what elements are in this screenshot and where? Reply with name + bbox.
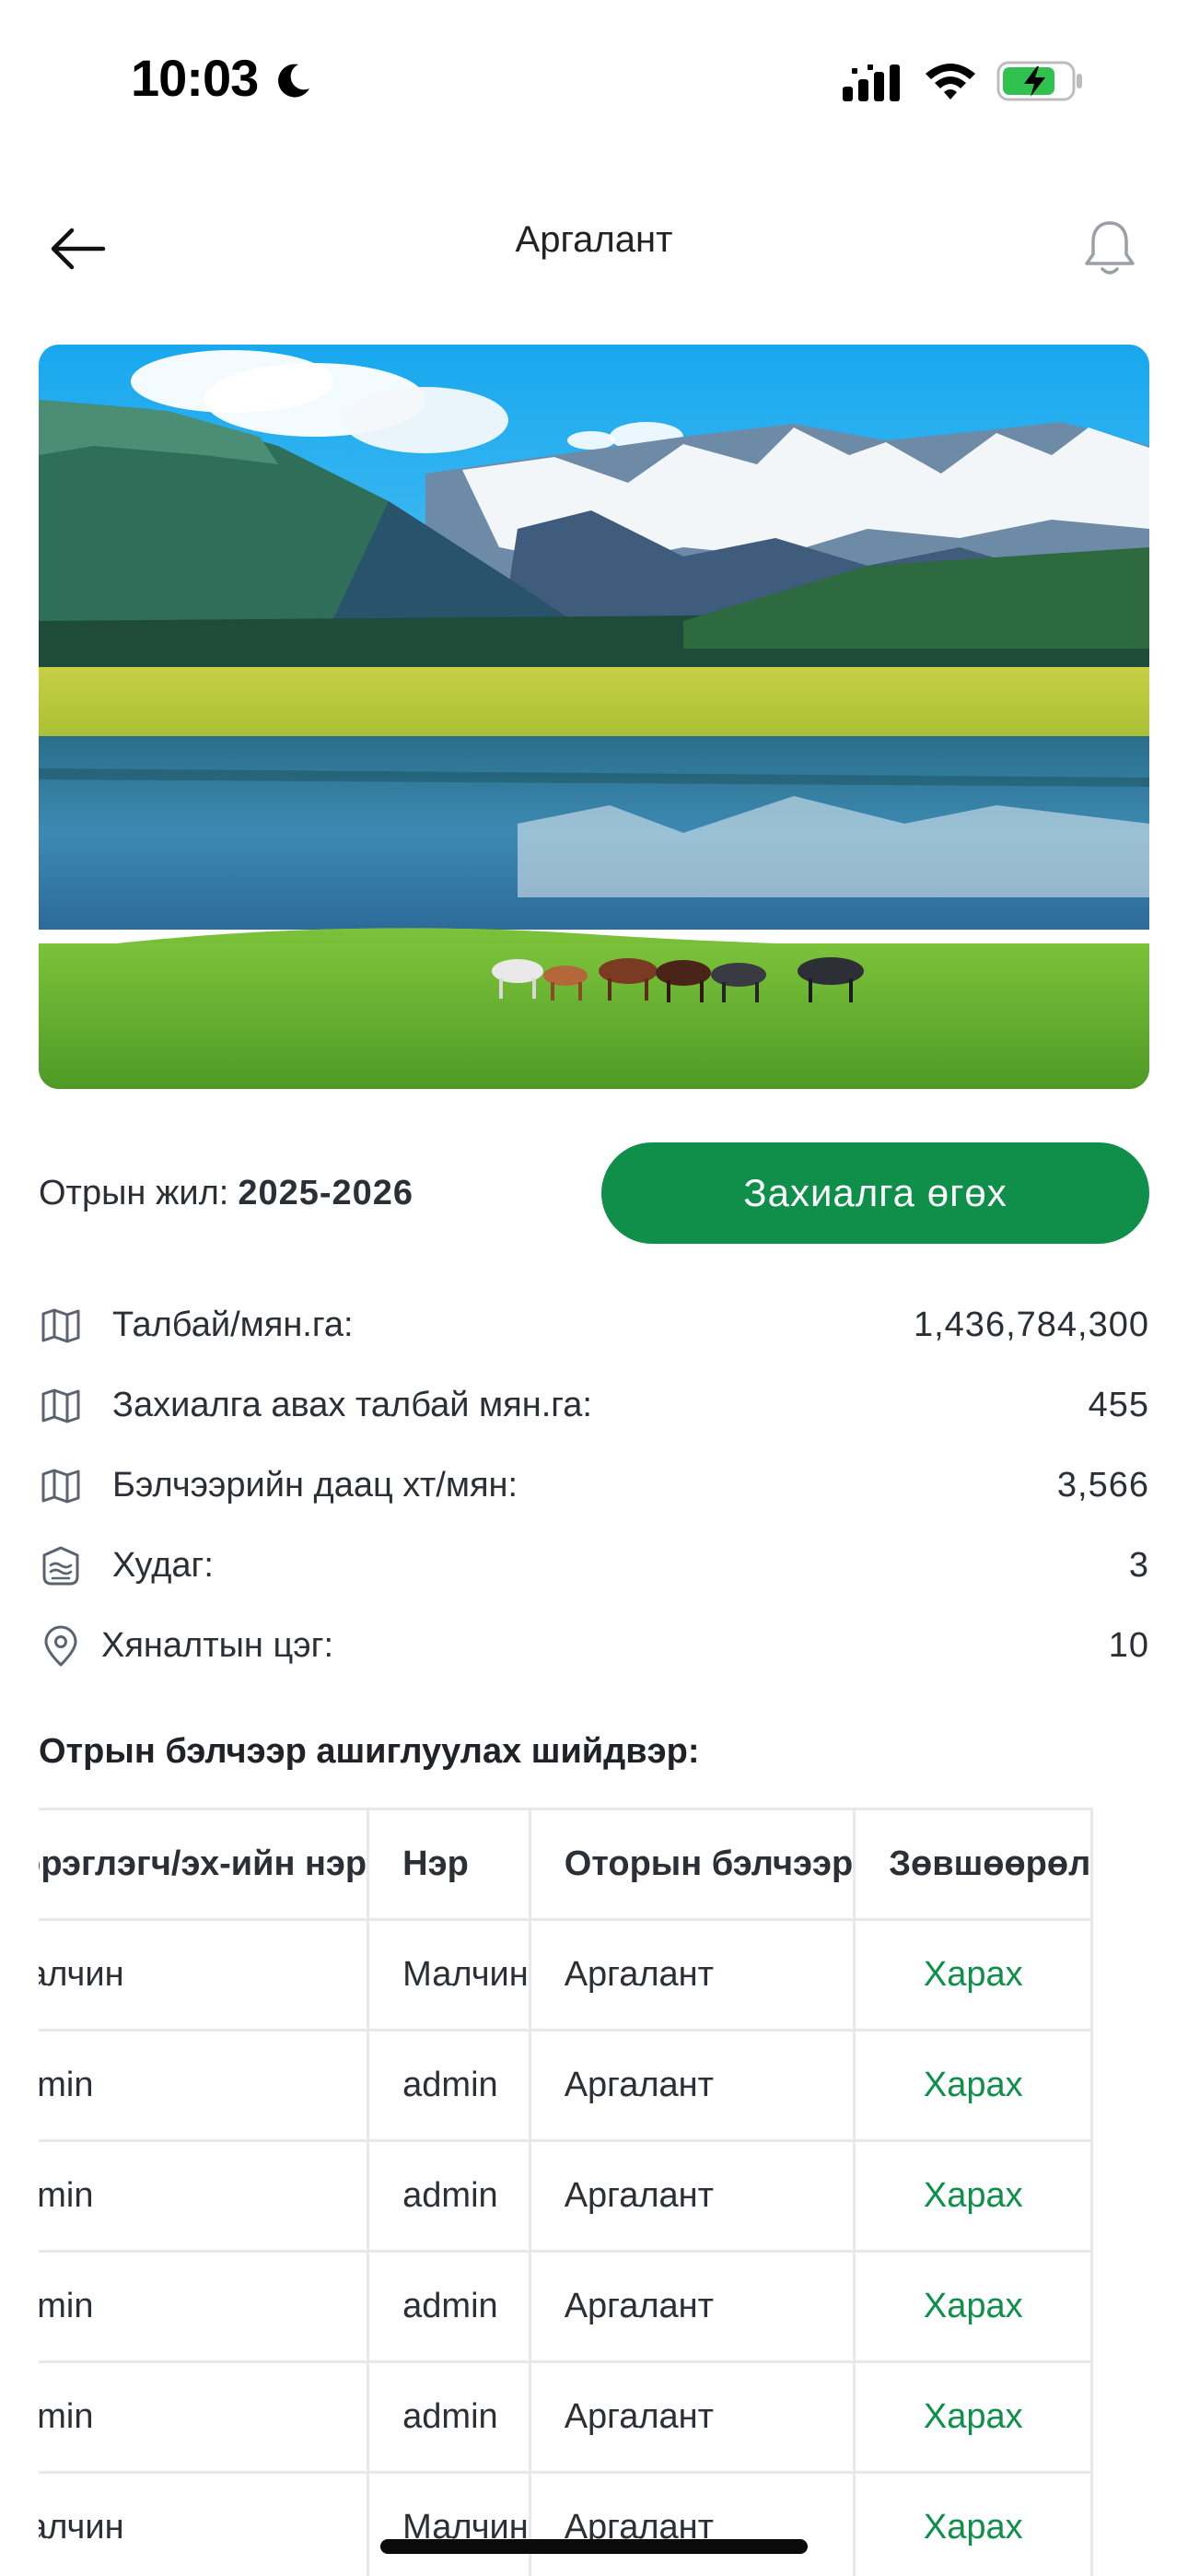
mountain-lake-horses-photo	[39, 345, 1149, 1089]
place-order-button[interactable]: Захиалга өгөх	[601, 1142, 1149, 1244]
info-label: Хяналтын цэг:	[101, 1626, 334, 1665]
map-icon	[39, 1304, 83, 1348]
cell-name: admin	[367, 2030, 531, 2142]
info-value: 1,436,784,300	[913, 1306, 1149, 1344]
info-label: Худаг:	[112, 1546, 214, 1585]
cellular-signal-icon	[843, 64, 900, 101]
view-permit-link[interactable]: Харах	[854, 2140, 1094, 2253]
cell-name: admin	[367, 2361, 531, 2474]
view-permit-link[interactable]: Харах	[854, 2251, 1094, 2363]
cell-pasture: Аргалант	[530, 2361, 856, 2474]
season-label-text: Отрын жил:	[39, 1174, 229, 1212]
cell-user: Малчин	[39, 1919, 370, 2032]
table-row: Малчин Малчин Аргалант Харах	[39, 1919, 1094, 2032]
info-label: Захиалга авах талбай мян.га:	[112, 1386, 592, 1424]
table-row: Малчин Малчин Аргалант Харах	[39, 2472, 1094, 2576]
season-row: Отрын жил: 2025-2026 Захиалга өгөх	[39, 1142, 1149, 1244]
bell-icon	[1085, 221, 1135, 275]
moon-icon	[278, 64, 309, 98]
view-permit-link[interactable]: Харах	[854, 1919, 1094, 2032]
cell-user: admin	[39, 2030, 370, 2142]
info-value: 3	[1128, 1546, 1149, 1585]
cell-name: Малчин	[367, 2472, 531, 2576]
decision-table-scroll[interactable]: Хэрэглэгч/эх-ийн нэр Нэр Оторын бэлчээр …	[39, 1808, 1149, 2576]
view-permit-link[interactable]: Харах	[854, 2472, 1094, 2576]
season-value: 2025-2026	[238, 1174, 414, 1212]
table-row: admin admin Аргалант Харах	[39, 2030, 1094, 2142]
column-header: Зөвшөөрөл	[854, 1808, 1094, 1921]
info-label: Талбай/мян.га:	[112, 1306, 354, 1344]
view-permit-link[interactable]: Харах	[854, 2030, 1094, 2142]
cell-pasture: Аргалант	[530, 2472, 856, 2576]
map-icon	[39, 1384, 83, 1428]
pasture-detail-screen: 10:03 Аргалант Отрын жил: 2025-2026 Захи…	[0, 0, 1188, 2576]
cell-pasture: Аргалант	[530, 2251, 856, 2363]
info-row-area: Талбай/мян.га: 1,436,784,300	[39, 1285, 1149, 1365]
well-icon	[39, 1544, 83, 1588]
column-header: Нэр	[367, 1808, 531, 1921]
decision-table: Хэрэглэгч/эх-ийн нэр Нэр Оторын бэлчээр …	[39, 1808, 1094, 2576]
season-label: Отрын жил: 2025-2026	[39, 1174, 413, 1213]
table-row: admin admin Аргалант Харах	[39, 2251, 1094, 2363]
wifi-icon	[926, 64, 975, 100]
column-header: Хэрэглэгч/эх-ийн нэр	[39, 1808, 370, 1921]
cell-pasture: Аргалант	[530, 2030, 856, 2142]
cell-pasture: Аргалант	[530, 2140, 856, 2253]
notifications-button[interactable]	[1068, 206, 1151, 289]
location-pin-icon	[39, 1624, 83, 1669]
info-row-capacity: Бэлчээрийн даац хт/мян: 3,566	[39, 1446, 1149, 1526]
info-label: Бэлчээрийн даац хт/мян:	[112, 1466, 518, 1505]
cell-user: Малчин	[39, 2472, 370, 2576]
nav-bar: Аргалант	[0, 193, 1188, 295]
info-value: 10	[1108, 1626, 1149, 1665]
info-list: Талбай/мян.га: 1,436,784,300 Захиалга ав…	[39, 1285, 1149, 1686]
table-row: admin admin Аргалант Харах	[39, 2140, 1094, 2253]
info-row-checkpoints: Хяналтын цэг: 10	[39, 1606, 1149, 1686]
cell-user: admin	[39, 2140, 370, 2253]
view-permit-link[interactable]: Харах	[854, 2361, 1094, 2474]
cell-name: admin	[367, 2140, 531, 2253]
cell-name: Малчин	[367, 1919, 531, 2032]
page-title: Аргалант	[515, 219, 673, 260]
battery-charging-icon	[996, 61, 1082, 101]
map-icon	[39, 1464, 83, 1508]
table-row: admin admin Аргалант Харах	[39, 2361, 1094, 2474]
hero-image	[39, 345, 1149, 1089]
info-row-order-area: Захиалга авах талбай мян.га: 455	[39, 1365, 1149, 1446]
status-time: 10:03	[131, 49, 259, 107]
cell-user: admin	[39, 2361, 370, 2474]
cell-user: admin	[39, 2251, 370, 2363]
info-value: 3,566	[1056, 1466, 1149, 1505]
cell-pasture: Аргалант	[530, 1919, 856, 2032]
section-title: Отрын бэлчээр ашиглуулах шийдвэр:	[39, 1732, 700, 1771]
info-value: 455	[1088, 1386, 1149, 1424]
table-header-row: Хэрэглэгч/эх-ийн нэр Нэр Оторын бэлчээр …	[39, 1808, 1094, 1921]
info-row-wells: Худаг: 3	[39, 1526, 1149, 1606]
home-indicator[interactable]	[380, 2539, 808, 2554]
column-header: Оторын бэлчээр	[530, 1808, 856, 1921]
status-bar: 10:03	[0, 0, 1188, 161]
cell-name: admin	[367, 2251, 531, 2363]
